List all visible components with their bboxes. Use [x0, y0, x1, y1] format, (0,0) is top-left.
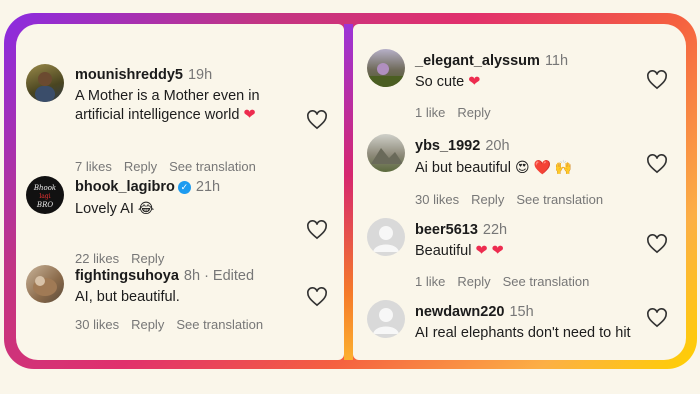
see-translation-link[interactable]: See translation: [169, 159, 256, 174]
user-photo-icon: [367, 63, 405, 87]
svg-text:Bhook: Bhook: [33, 184, 56, 192]
comment-text: Beautiful: [415, 243, 472, 259]
user-silhouette-icon: [373, 308, 399, 334]
reply-button[interactable]: Reply: [131, 251, 164, 266]
avatar[interactable]: [26, 64, 64, 102]
like-count[interactable]: 22 likes: [75, 251, 119, 266]
like-heart-icon[interactable]: [306, 220, 328, 240]
see-translation-link[interactable]: See translation: [503, 274, 590, 289]
username[interactable]: mounishreddy5: [75, 67, 183, 83]
timestamp: 15h: [509, 304, 534, 320]
user-photo-icon: [35, 72, 55, 102]
username[interactable]: _elegant_alyssum: [415, 53, 540, 69]
like-heart-icon[interactable]: [646, 234, 668, 254]
like-heart-icon[interactable]: [646, 154, 668, 174]
like-count[interactable]: 7 likes: [75, 159, 112, 174]
avatar[interactable]: Bhook lagi BRO: [26, 176, 64, 214]
reply-button[interactable]: Reply: [131, 317, 164, 332]
reply-button[interactable]: Reply: [124, 159, 157, 174]
reply-button[interactable]: Reply: [457, 274, 490, 289]
see-translation-link[interactable]: See translation: [176, 317, 263, 332]
like-count[interactable]: 30 likes: [415, 192, 459, 207]
timestamp: 11h: [544, 53, 569, 69]
default-avatar[interactable]: [367, 218, 405, 256]
username[interactable]: beer5613: [415, 222, 478, 238]
user-silhouette-icon: [373, 226, 399, 252]
comment-text: Ai but beautiful: [415, 160, 511, 176]
red-heart-emoji: ❤: [243, 107, 256, 123]
username[interactable]: fightingsuhoya: [75, 268, 179, 284]
comment-text: Lovely AI: [75, 201, 134, 217]
gradient-divider: [344, 24, 353, 360]
reply-button[interactable]: Reply: [471, 192, 504, 207]
user-photo-icon: [371, 148, 403, 164]
username[interactable]: newdawn220: [415, 304, 504, 320]
timestamp: 20h: [485, 138, 510, 154]
comment-text: AI real elephants don't need to hit: [415, 325, 631, 341]
verified-badge-icon: ✓: [177, 181, 191, 194]
user-photo-icon: [33, 276, 57, 296]
avatar[interactable]: [367, 49, 405, 87]
timestamp: 8h · Edited: [183, 268, 255, 284]
timestamp: 22h: [482, 222, 508, 238]
comment-text: AI, but beautiful.: [75, 289, 180, 305]
username[interactable]: bhook_lagibro: [75, 179, 175, 195]
like-count[interactable]: 30 likes: [75, 317, 119, 332]
laughing-emoji: 😂: [137, 200, 155, 216]
like-heart-icon[interactable]: [646, 308, 668, 328]
right-comments-panel: _elegant_alyssum 11h So cute ❤ 1 like Repl…: [353, 24, 686, 360]
timestamp: 21h: [195, 179, 221, 195]
svg-text:BRO: BRO: [36, 201, 53, 209]
comment-text: A Mother is a Mother even in artificial …: [75, 88, 260, 123]
brand-logo-icon: BhooklagiBRO: [33, 184, 56, 209]
default-avatar[interactable]: [367, 300, 405, 338]
avatar[interactable]: [26, 265, 64, 303]
emoji-reactions: 😍 ❤️ 🙌: [514, 159, 573, 175]
like-count[interactable]: 1 like: [415, 274, 445, 289]
red-heart-emoji: ❤: [468, 74, 481, 90]
timestamp: 19h: [187, 67, 213, 83]
username[interactable]: ybs_1992: [415, 138, 480, 154]
like-count[interactable]: 1 like: [415, 105, 445, 120]
see-translation-link[interactable]: See translation: [516, 192, 603, 207]
like-heart-icon[interactable]: [306, 110, 328, 130]
like-heart-icon[interactable]: [646, 70, 668, 90]
red-heart-emojis: ❤ ❤: [475, 243, 504, 259]
left-comments-panel: mounishreddy5 19h A Mother is a Mother ev…: [16, 24, 344, 360]
comment-text: So cute: [415, 74, 465, 90]
like-heart-icon[interactable]: [306, 287, 328, 307]
avatar[interactable]: [367, 134, 405, 172]
reply-button[interactable]: Reply: [457, 105, 490, 120]
svg-text:lagi: lagi: [39, 193, 50, 200]
